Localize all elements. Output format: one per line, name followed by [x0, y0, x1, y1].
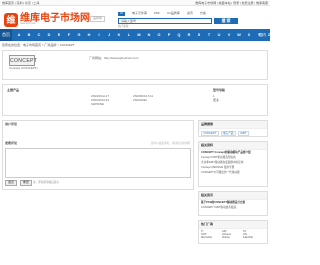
product-link[interactable]: IGD515EI	[91, 102, 104, 107]
search-button[interactable]: 搜 索	[214, 18, 238, 24]
section-badge: 品牌库	[90, 16, 106, 22]
search-tab[interactable]: 资讯	[187, 11, 193, 16]
submit-comment-button[interactable]: 发表	[5, 180, 18, 186]
tag[interactable]: IGBT	[237, 130, 249, 136]
letter-link[interactable]: Q	[174, 29, 184, 41]
brand-website[interactable]: 厂商网站：http://www.igbt-driver.com	[89, 56, 138, 61]
letter-link[interactable]: C	[34, 29, 44, 41]
letter-link[interactable]: G	[74, 29, 84, 41]
search-tab[interactable]: 方案	[200, 11, 206, 16]
related-news-heading: 相关资讯	[199, 192, 267, 200]
letter-link[interactable]: T	[204, 29, 214, 41]
letter-link[interactable]: O	[154, 29, 164, 41]
list-item[interactable]: CONCEPT公司推出新一代驱动器	[199, 170, 267, 175]
logo-url: www.dzsc.com	[20, 22, 36, 25]
letter-link[interactable]: U	[214, 29, 224, 41]
hot-brands-box: 热门厂商 TI ADI ST NXP Infineon ON Microchip Vish…	[198, 220, 268, 244]
letter-link[interactable]: J	[104, 29, 114, 41]
comment-buttons: 发表 重置	[5, 180, 34, 186]
brand-link[interactable]: Vishay	[222, 236, 243, 239]
comment-textarea[interactable]	[5, 148, 191, 178]
search-area: IC 电子元件库 PDF IC/品牌库 资讯 方案 请输入型号 搜 索 热门搜索：	[118, 11, 270, 30]
letter-link[interactable]: M	[134, 29, 144, 41]
model-nav-more[interactable]: 更多	[213, 98, 219, 103]
letter-link[interactable]: L	[124, 29, 134, 41]
letter-link[interactable]: I	[94, 29, 104, 41]
letter-link[interactable]: K	[114, 29, 124, 41]
brand-products: 主营产品 型号导航 2SD106AI-17 2SD315AI-33 IGD515…	[2, 84, 268, 116]
search-tab[interactable]: 电子元件库	[132, 11, 147, 16]
nav-domestic[interactable]: 国内	[259, 29, 266, 41]
letter-link[interactable]: S	[194, 29, 204, 41]
comment-section: 用户评论 发表评论 您可以发表评论，请注意言辞文明 发表 重置 注：评论需审核后…	[2, 120, 194, 190]
letter-link[interactable]: H	[84, 29, 94, 41]
brand-search-box: 品牌搜索 CONCEPT 电子产品 IGBT	[198, 120, 268, 137]
brand-link[interactable]: Microchip	[201, 236, 222, 239]
letter-link[interactable]: N	[144, 29, 154, 41]
products-label: 主营产品	[7, 88, 20, 92]
letter-link[interactable]: P	[164, 29, 174, 41]
brand-logo-image: CONCEPT	[9, 55, 37, 66]
account-links[interactable]: 维库电子市场网 | 收藏本站 | 登录 | 免费注册 | 维库客服	[195, 1, 268, 6]
reset-comment-button[interactable]: 重置	[19, 180, 32, 186]
tag[interactable]: 电子产品	[220, 130, 236, 136]
search-tab[interactable]: IC/品牌库	[167, 11, 180, 16]
model-nav-label: 型号导航	[213, 88, 226, 92]
top-links[interactable]: 维库首页 | 深圳 | 北京 | 上海	[2, 1, 39, 6]
letter-link[interactable]: R	[184, 29, 194, 41]
site-logo[interactable]: 维 维库电子市场网 www.dzsc.com	[4, 13, 90, 27]
letter-link[interactable]: A	[14, 29, 24, 41]
letter-link[interactable]: X	[244, 29, 254, 41]
related-news-box: 相关资讯 基于PCB的CONCEPT驱动器设计方案 CONCEPT IGBT驱动…	[198, 191, 268, 216]
letter-link[interactable]: F	[64, 29, 74, 41]
tag[interactable]: CONCEPT	[201, 130, 219, 136]
hot-searches: 热门搜索：	[118, 25, 131, 28]
search-input[interactable]: 请输入型号	[118, 18, 212, 24]
letter-link[interactable]: D	[44, 29, 54, 41]
tag-list: CONCEPT 电子产品 IGBT	[199, 129, 267, 138]
search-tab[interactable]: PDF	[154, 11, 160, 16]
breadcrumb[interactable]: 您所在的位置：电子市场首页 > 厂商品牌 > CONCEPT	[2, 43, 75, 48]
search-tab[interactable]: IC	[118, 11, 125, 16]
nav-home[interactable]: 首页	[0, 29, 12, 41]
product-link[interactable]: 2SD316EI	[133, 98, 147, 103]
letter-link[interactable]: B	[24, 29, 34, 41]
brand-name: Concept (CONCEPT)	[9, 66, 38, 70]
related-docs-box: 相关资料 CONCEPT Concept的驱动模块产品线介绍 Concept I…	[198, 141, 268, 187]
comment-note: 注：评论需审核后显示	[33, 181, 59, 184]
letter-nav: 首页 A B C D E F G H I J K L M N O P Q R S T U V W X Y Z 0-9 国内	[0, 29, 282, 41]
letter-link[interactable]: E	[54, 29, 64, 41]
letter-link[interactable]: W	[234, 29, 244, 41]
post-comment-title: 发表评论	[5, 141, 18, 145]
sidebar: 品牌搜索 CONCEPT 电子产品 IGBT 相关资料 CONCEPT Conc…	[198, 120, 268, 265]
brand-card: CONCEPT Concept (CONCEPT) 厂商网站：http://ww…	[2, 50, 268, 80]
hot-brands-heading: 热门厂商	[199, 221, 267, 229]
logo-mark: 维	[4, 13, 18, 27]
search-tabs: IC 电子元件库 PDF IC/品牌库 资讯 方案	[118, 11, 213, 17]
related-docs-heading: 相关资料	[199, 142, 267, 150]
letter-list: A B C D E F G H I J K L M N O P Q R S T U V W X Y Z 0-9	[14, 29, 284, 41]
comments-title: 用户评论	[5, 122, 18, 126]
brand-grid: TI ADI ST NXP Infineon ON Microchip Vishay Fai…	[199, 229, 267, 240]
comment-hint: 您可以发表评论，请注意言辞文明	[151, 142, 190, 145]
list-item[interactable]: CONCEPT IGBT驱动技术发展	[199, 205, 267, 210]
letter-link[interactable]: V	[224, 29, 234, 41]
header: 维 维库电子市场网 www.dzsc.com 品牌库 IC 电子元件库 PDF IC/…	[0, 6, 270, 29]
letter-link[interactable]: 0-9	[274, 29, 284, 41]
brand-link[interactable]: Fairchild	[243, 236, 264, 239]
brand-search-heading: 品牌搜索	[199, 121, 267, 129]
